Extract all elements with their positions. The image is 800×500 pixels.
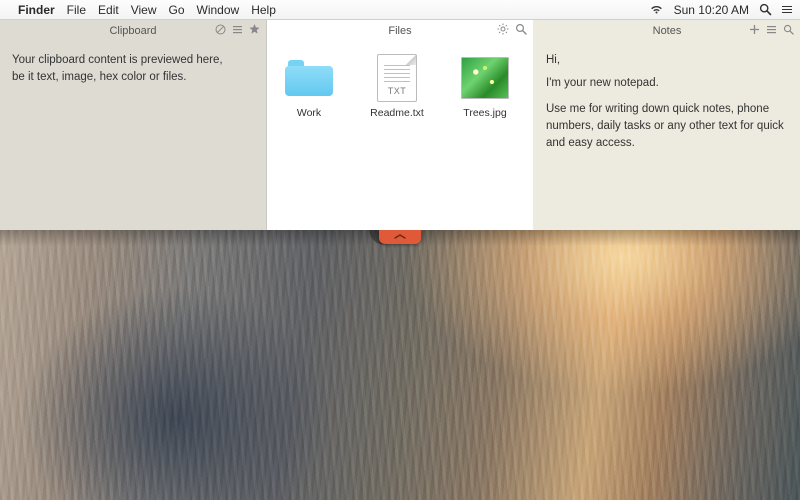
notes-panel: Notes Hi, I'm your new notepad. Use me f… [534, 20, 800, 230]
files-body: Work TXT Readme.txt [267, 42, 533, 230]
file-label: Work [297, 106, 321, 122]
star-icon[interactable] [249, 24, 260, 38]
notes-line: Hi, [546, 52, 788, 69]
notes-title: Notes [653, 25, 682, 37]
clipboard-panel: Clipboard Your clipboard content is prev… [0, 20, 267, 230]
menu-file[interactable]: File [67, 3, 86, 17]
menu-edit[interactable]: Edit [98, 3, 119, 17]
app-name[interactable]: Finder [18, 3, 55, 17]
list-icon[interactable] [232, 24, 243, 38]
image-thumbnail-icon [459, 56, 511, 100]
menu-go[interactable]: Go [169, 3, 185, 17]
file-label: Readme.txt [370, 106, 424, 122]
menu-bar: Finder File Edit View Go Window Help Sun… [0, 0, 800, 20]
clipboard-title: Clipboard [109, 25, 156, 37]
menu-help[interactable]: Help [251, 3, 276, 17]
menu-view[interactable]: View [131, 3, 157, 17]
files-title: Files [388, 25, 411, 37]
dropdown-panels: Clipboard Your clipboard content is prev… [0, 20, 800, 230]
clipboard-header: Clipboard [0, 20, 266, 42]
search-icon[interactable] [515, 23, 527, 38]
file-item-image[interactable]: Trees.jpg [451, 56, 519, 122]
add-note-icon[interactable] [749, 24, 760, 38]
wifi-icon[interactable] [649, 4, 664, 15]
files-header: Files [267, 20, 533, 42]
files-panel: Files Work [267, 20, 534, 230]
clipboard-body: Your clipboard content is previewed here… [0, 42, 266, 230]
txt-file-icon: TXT [371, 56, 423, 100]
folder-icon [283, 56, 335, 100]
file-item-txt[interactable]: TXT Readme.txt [363, 56, 431, 122]
clear-icon[interactable] [215, 24, 226, 38]
panel-toggle-handle[interactable] [379, 230, 421, 244]
gear-icon[interactable] [497, 23, 509, 38]
menubar-clock[interactable]: Sun 10:20 AM [674, 3, 749, 17]
menu-window[interactable]: Window [197, 3, 240, 17]
notes-line: Use me for writing down quick notes, pho… [546, 101, 788, 153]
notes-header: Notes [534, 20, 800, 42]
desktop-wallpaper [0, 230, 800, 500]
list-icon[interactable] [766, 24, 777, 38]
notes-body[interactable]: Hi, I'm your new notepad. Use me for wri… [534, 42, 800, 230]
notification-center-icon[interactable] [782, 9, 792, 11]
search-icon[interactable] [783, 24, 794, 38]
spotlight-icon[interactable] [759, 3, 772, 16]
file-item-folder[interactable]: Work [275, 56, 343, 122]
notes-line: I'm your new notepad. [546, 75, 788, 92]
file-label: Trees.jpg [463, 106, 506, 122]
